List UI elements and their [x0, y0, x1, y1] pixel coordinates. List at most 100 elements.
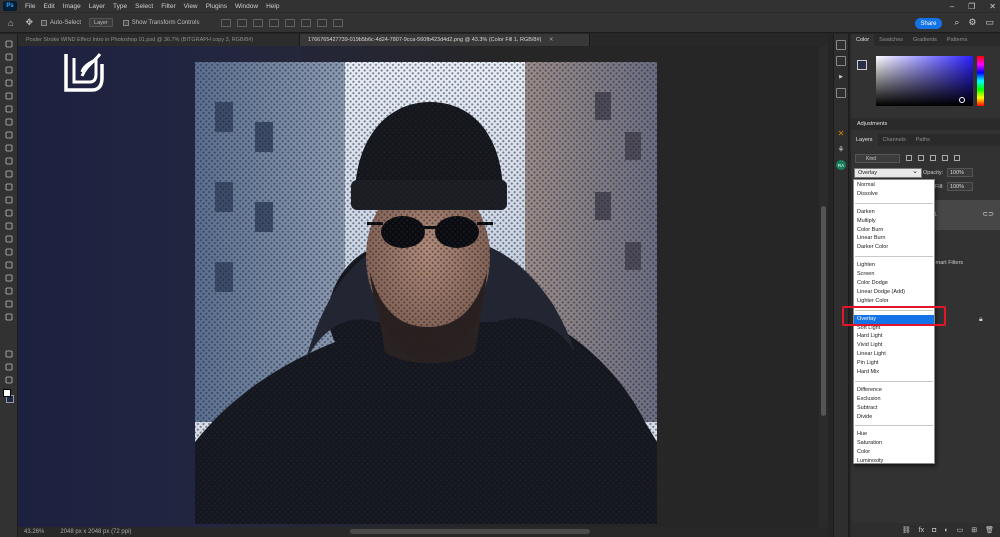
home-icon[interactable]: ⌂ [8, 18, 13, 28]
search-icon[interactable]: ⌕ [954, 17, 959, 28]
vertical-scrollbar[interactable] [819, 46, 828, 527]
smart-filters-label[interactable]: Smart Filters [932, 260, 963, 266]
canvas-workspace[interactable] [18, 46, 828, 527]
adjustment-filter-icon[interactable] [918, 155, 924, 161]
type-tool-icon[interactable] [4, 261, 14, 269]
object-select-tool-icon[interactable] [4, 92, 14, 100]
plugin-icon[interactable]: ⚘ [836, 144, 846, 154]
blend-mode-pin-light[interactable]: Pin Light [854, 359, 934, 368]
fx-icon[interactable]: fx [919, 527, 924, 534]
blend-mode-darken[interactable]: Darken [854, 208, 934, 217]
screen-mode-tool-icon[interactable] [4, 376, 14, 384]
foreground-color-swatch[interactable] [3, 389, 11, 397]
gradient-tool-icon[interactable] [4, 209, 14, 217]
history-brush-tool-icon[interactable] [4, 183, 14, 191]
menu-select[interactable]: Select [131, 3, 157, 10]
hand-tool-icon[interactable] [4, 300, 14, 308]
edit-toolbar-tool-icon[interactable] [4, 350, 14, 358]
menu-type[interactable]: Type [109, 3, 131, 10]
tab-active-document[interactable]: 1766765427739-019b5b6c-4d24-7807-9cca-56… [300, 34, 590, 46]
tab-paths[interactable]: Paths [911, 134, 935, 146]
minimize-icon[interactable]: – [950, 2, 954, 11]
tab-layers[interactable]: Layers [851, 134, 878, 146]
new-group-icon[interactable]: ▭ [957, 526, 964, 534]
rectangle-tool-icon[interactable] [4, 287, 14, 295]
menu-file[interactable]: File [21, 3, 39, 10]
properties-icon[interactable] [836, 56, 846, 66]
path-select-tool-icon[interactable] [4, 274, 14, 282]
menu-image[interactable]: Image [59, 3, 85, 10]
tools-icon[interactable]: ✕ [836, 128, 846, 138]
color-field[interactable] [876, 56, 973, 106]
menu-filter[interactable]: Filter [157, 3, 179, 10]
new-layer-icon[interactable]: ⊞ [971, 526, 977, 534]
panel-foreground-swatch[interactable] [857, 60, 867, 70]
blend-mode-screen[interactable]: Screen [854, 270, 934, 279]
add-mask-icon[interactable]: ◘ [932, 527, 936, 534]
align-right-icon[interactable] [253, 18, 264, 27]
menu-help[interactable]: Help [262, 3, 283, 10]
blend-mode-hard-light[interactable]: Hard Light [854, 332, 934, 341]
blend-mode-hard-mix[interactable]: Hard Mix [854, 368, 934, 377]
opacity-input[interactable]: 100% [947, 168, 973, 177]
horizontal-scrollbar-thumb[interactable] [350, 529, 590, 534]
auto-select-checkbox[interactable]: Auto-Select [40, 19, 81, 26]
frame-tool-icon[interactable] [4, 118, 14, 126]
dodge-tool-icon[interactable] [4, 235, 14, 243]
crop-tool-icon[interactable] [4, 105, 14, 113]
lock-icon[interactable]: 🔒︎ [979, 316, 983, 324]
layer-kind-filter[interactable]: Kind [855, 154, 900, 163]
blend-mode-exclusion[interactable]: Exclusion [854, 395, 934, 404]
align-center-icon[interactable] [237, 18, 248, 27]
menu-view[interactable]: View [180, 3, 202, 10]
menu-edit[interactable]: Edit [39, 3, 58, 10]
scrollbar-thumb[interactable] [821, 206, 826, 416]
clone-stamp-tool-icon[interactable] [4, 170, 14, 178]
healing-tool-icon[interactable] [4, 144, 14, 152]
tab-gradients[interactable]: Gradients [908, 34, 942, 46]
maximize-icon[interactable]: ❐ [968, 2, 975, 11]
blend-mode-select[interactable]: Overlay [854, 167, 922, 178]
adjustment-layer-icon[interactable]: ◐ [944, 527, 948, 534]
blend-mode-lighter-color[interactable]: Lighter Color [854, 297, 934, 306]
align-top-icon[interactable] [269, 18, 280, 27]
smart-object-filter-icon[interactable] [954, 155, 960, 161]
pixel-filter-icon[interactable] [906, 155, 912, 161]
blend-mode-multiply[interactable]: Multiply [854, 217, 934, 226]
tab-swatches[interactable]: Swatches [874, 34, 908, 46]
fill-input[interactable]: 100% [947, 182, 973, 191]
color-cursor[interactable] [959, 97, 965, 103]
tab-color[interactable]: Color [851, 34, 875, 46]
blend-mode-linear-burn[interactable]: Linear Burn [854, 234, 934, 243]
workspace-icon[interactable]: ▭ [985, 17, 994, 28]
play-icon[interactable]: ▶ [836, 72, 846, 82]
artboard-tool-icon[interactable] [4, 53, 14, 61]
zoom-tool-icon[interactable] [4, 313, 14, 321]
tab-channels[interactable]: Channels [878, 134, 911, 146]
blend-mode-normal[interactable]: Normal [854, 181, 934, 190]
delete-layer-icon[interactable]: 🗑︎ [985, 526, 994, 534]
zoom-level[interactable]: 43.26% [24, 529, 44, 535]
blend-mode-saturation[interactable]: Saturation [854, 439, 934, 448]
lasso-tool-icon[interactable] [4, 79, 14, 87]
ra-plugin-icon[interactable]: RA [836, 160, 846, 170]
blend-mode-color-burn[interactable]: Color Burn [854, 226, 934, 235]
share-button[interactable]: Share [915, 18, 942, 29]
move-tool-icon[interactable] [4, 40, 14, 48]
blend-mode-linear-dodge-add[interactable]: Linear Dodge (Add) [854, 288, 934, 297]
menu-window[interactable]: Window [231, 3, 262, 10]
pen-tool-icon[interactable] [4, 248, 14, 256]
blend-mode-color-dodge[interactable]: Color Dodge [854, 279, 934, 288]
brush-tool-icon[interactable] [4, 157, 14, 165]
blend-mode-luminosity[interactable]: Luminosity [854, 457, 934, 466]
link-layers-icon[interactable]: ⛓ [902, 526, 911, 534]
eraser-tool-icon[interactable] [4, 196, 14, 204]
move-tool-icon[interactable]: ✥ [25, 17, 33, 28]
blend-mode-difference[interactable]: Difference [854, 386, 934, 395]
hue-slider[interactable] [977, 56, 984, 106]
show-transform-checkbox[interactable]: Show Transform Controls [122, 19, 199, 26]
blend-mode-vivid-light[interactable]: Vivid Light [854, 341, 934, 350]
history-icon[interactable] [836, 40, 846, 50]
blend-mode-lighten[interactable]: Lighten [854, 261, 934, 270]
blend-mode-darker-color[interactable]: Darker Color [854, 243, 934, 252]
